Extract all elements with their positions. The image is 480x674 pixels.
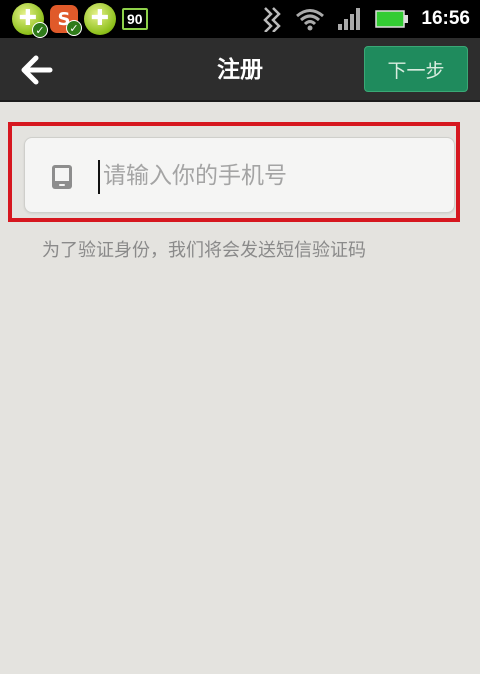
security-app-icon: ✚ ✓ [12, 3, 48, 38]
back-button[interactable] [14, 48, 60, 92]
next-step-button[interactable]: 下一步 [364, 46, 468, 92]
sogou-input-icon: S ✓ [50, 5, 82, 36]
battery-icon [375, 9, 409, 29]
battery-level-badge: 90 [122, 8, 148, 30]
verification-hint: 为了验证身份，我们将会发送短信验证码 [42, 240, 366, 261]
title-bar: 注册 下一步 [0, 38, 480, 102]
phone-field-container[interactable] [24, 137, 455, 213]
back-arrow-icon [21, 55, 53, 85]
status-bar: ✚ ✓ S ✓ ✚ 90 16:56 [0, 0, 480, 38]
phone-number-input[interactable] [103, 156, 433, 196]
text-cursor [98, 160, 100, 194]
data-sync-icon [261, 6, 283, 32]
signal-icon [337, 7, 363, 31]
wifi-icon [295, 7, 325, 31]
clock: 16:56 [421, 8, 470, 29]
notification-icons: ✚ ✓ S ✓ ✚ 90 [0, 3, 148, 38]
mobile-phone-icon [51, 164, 73, 190]
security-app-icon-2: ✚ [84, 3, 116, 35]
